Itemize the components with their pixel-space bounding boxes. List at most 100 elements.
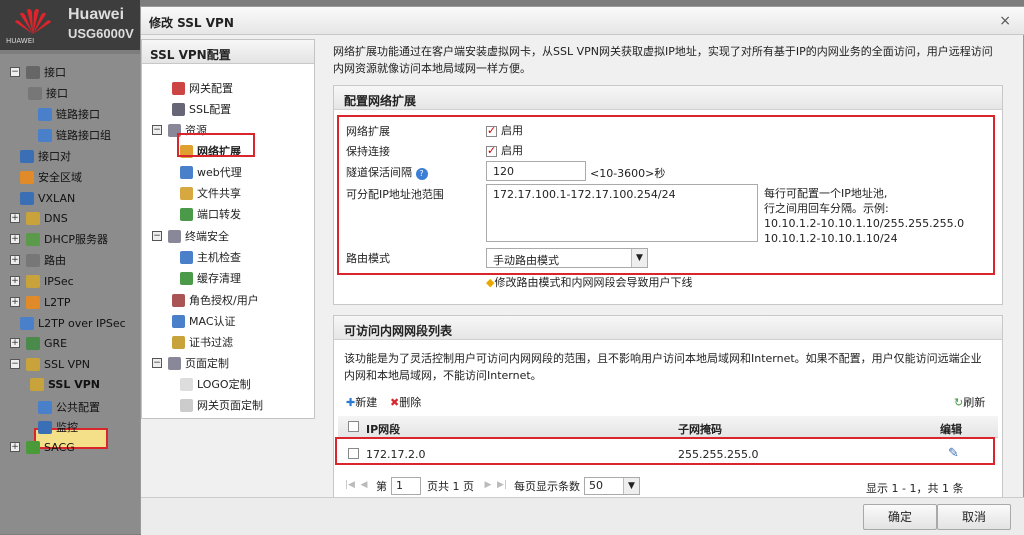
nav-item[interactable]: − SSL VPN — [10, 354, 90, 374]
nav-item[interactable]: L2TP over IPSec — [20, 313, 126, 333]
per-page-select[interactable]: 50 ▼ — [584, 477, 640, 495]
tree-item-label: LOGO定制 — [197, 378, 251, 391]
tree-item[interactable]: 文件共享 — [180, 183, 241, 203]
tree-item-label: MAC认证 — [189, 315, 236, 328]
tree-item[interactable]: 网关页面定制 — [180, 395, 263, 415]
nav-item-label: L2TP — [44, 295, 71, 309]
nav-item[interactable]: + DNS — [10, 208, 68, 228]
tree-item-label: 主机检查 — [197, 251, 241, 264]
vxlan-icon — [20, 191, 34, 205]
per-page-label: 每页显示条数 — [514, 480, 580, 493]
collapse-icon[interactable]: − — [152, 358, 162, 368]
expand-icon[interactable]: + — [10, 234, 20, 244]
config-highlight — [337, 115, 995, 275]
nav-item-label: SACG — [44, 440, 75, 454]
refresh-button[interactable]: ↻刷新 — [954, 394, 985, 410]
cancel-button[interactable]: 取消 — [937, 504, 1011, 530]
tree-item[interactable]: LOGO定制 — [180, 374, 251, 394]
delete-icon: ✖ — [390, 396, 400, 409]
segments-desc: 该功能是为了灵活控制用户可访问内网网段的范围，且不影响用户访问本地局域网和Int… — [344, 352, 982, 382]
pager: |◀ ◀ 第 1 页共 1 页 ▶ ▶| 每页显示条数 50 ▼ — [344, 474, 640, 498]
common-config-icon — [38, 400, 52, 414]
logo-custom-icon — [180, 377, 193, 391]
config-tree-panel: SSL VPN配置 网关配置 SSL配置 − 资源 网络扩展 web代理 文件共享 端口转发 −… — [141, 39, 315, 419]
nav-item-label: 接口 — [46, 87, 68, 100]
nav-item[interactable]: 链路接口组 — [38, 125, 111, 145]
chevron-down-icon: ▼ — [623, 478, 639, 494]
tree-item-label: 终端安全 — [185, 230, 229, 243]
tree-item-label: 缓存清理 — [197, 272, 241, 285]
link-group-icon — [38, 128, 52, 142]
nav-item[interactable]: + L2TP — [10, 292, 70, 312]
tree-item[interactable]: 缓存清理 — [180, 268, 241, 288]
port-forward-icon — [180, 207, 193, 221]
nav-item-label: SSL VPN — [44, 357, 90, 371]
monitor-sub-icon — [38, 420, 52, 434]
expand-icon[interactable]: + — [10, 213, 20, 223]
host-check-icon — [180, 250, 193, 264]
expand-icon[interactable]: + — [10, 297, 20, 307]
monitor-icon — [26, 65, 40, 79]
route-warning-text: 修改路由模式和内网网段会导致用户下线 — [494, 276, 693, 289]
page-custom-icon — [168, 356, 181, 370]
nav-item[interactable]: VXLAN — [20, 188, 75, 208]
tree-item[interactable]: 网关配置 — [172, 78, 233, 98]
tree-item[interactable]: 角色授权/用户 — [172, 290, 259, 310]
nav-item[interactable]: + SACG — [10, 437, 75, 457]
route-icon — [26, 253, 40, 267]
nav-item[interactable]: 监控 — [38, 417, 78, 437]
collapse-icon[interactable]: − — [152, 125, 162, 135]
nav-item-label: 接口对 — [38, 150, 71, 163]
nav-item-label: 链路接口组 — [56, 129, 111, 142]
nav-item[interactable]: − 接口 — [10, 62, 66, 82]
collapse-icon[interactable]: − — [10, 359, 20, 369]
next-page-icon[interactable]: ▶ — [482, 480, 494, 492]
tree-item-label: SSL配置 — [189, 103, 232, 116]
nav-item[interactable]: SSL VPN — [30, 374, 100, 394]
tree-item[interactable]: SSL配置 — [172, 99, 231, 119]
dns-icon — [26, 211, 40, 225]
expand-icon[interactable]: + — [10, 255, 20, 265]
tree-item-label: 网关页面定制 — [197, 399, 263, 412]
delete-button[interactable]: ✖删除 — [390, 394, 421, 410]
tree-item[interactable]: 证书过滤 — [172, 332, 233, 352]
nav-item[interactable]: + DHCP服务器 — [10, 229, 108, 249]
tree-item[interactable]: − 终端安全 — [152, 226, 229, 246]
tree-item[interactable]: − 页面定制 — [152, 353, 229, 373]
expand-icon[interactable]: + — [10, 276, 20, 286]
nav-item[interactable]: 链路接口 — [38, 104, 100, 124]
cache-clean-icon — [180, 271, 193, 285]
nav-item[interactable]: 安全区域 — [20, 167, 82, 187]
tree-item[interactable]: web代理 — [180, 162, 242, 182]
prev-page-icon[interactable]: ◀ — [358, 480, 370, 492]
web-proxy-icon — [180, 165, 193, 179]
nav-item[interactable]: 接口对 — [20, 146, 71, 166]
mac-icon — [172, 314, 185, 328]
nav-item[interactable]: + GRE — [10, 333, 67, 353]
last-page-icon[interactable]: ▶| — [496, 480, 508, 492]
tree-item[interactable]: 端口转发 — [180, 204, 241, 224]
nav-item[interactable]: 公共配置 — [38, 397, 100, 417]
collapse-icon[interactable]: − — [10, 67, 20, 77]
nav-item[interactable]: 接口 — [28, 83, 68, 103]
close-icon[interactable]: × — [999, 13, 1011, 29]
refresh-icon: ↻ — [954, 396, 964, 409]
role-icon — [172, 293, 185, 307]
collapse-icon[interactable]: − — [152, 231, 162, 241]
ok-button[interactable]: 确定 — [863, 504, 937, 530]
expand-icon[interactable]: + — [10, 442, 20, 452]
first-page-icon[interactable]: |◀ — [344, 480, 356, 492]
file-share-icon — [180, 186, 193, 200]
cert-icon — [172, 335, 185, 349]
nav-item[interactable]: + IPSec — [10, 271, 74, 291]
tree-item[interactable]: 主机检查 — [180, 247, 241, 267]
nav-item[interactable]: + 路由 — [10, 250, 66, 270]
nav-item-label: 安全区域 — [38, 171, 82, 184]
tree-item[interactable]: MAC认证 — [172, 311, 236, 331]
select-all-checkbox[interactable] — [348, 421, 359, 432]
page-input[interactable]: 1 — [391, 477, 421, 495]
table-header: IP网段 子网掩码 编辑 — [338, 416, 998, 438]
new-button[interactable]: ✚新建 — [346, 394, 377, 410]
expand-icon[interactable]: + — [10, 338, 20, 348]
col-ip: IP网段 — [366, 423, 401, 436]
